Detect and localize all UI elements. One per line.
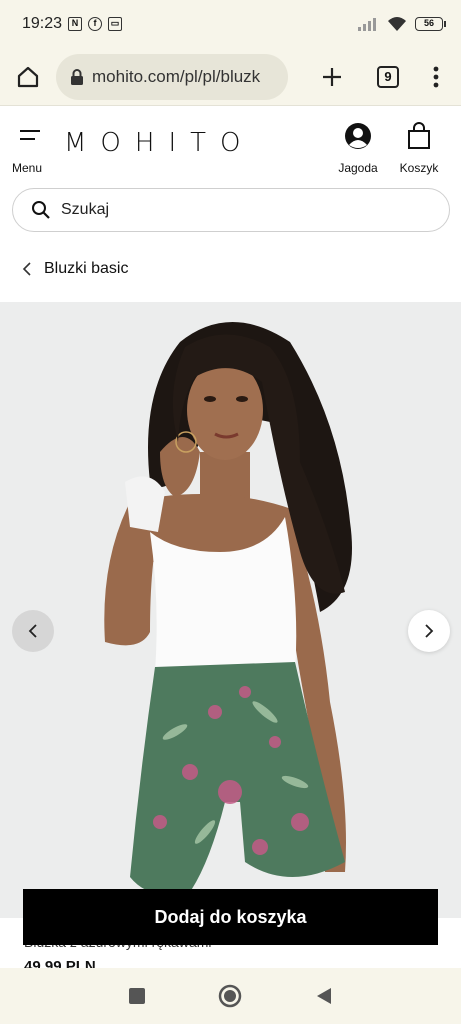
- circle-home-icon: [219, 984, 242, 1008]
- chevron-right-icon: [425, 624, 434, 638]
- home-button[interactable]: [0, 48, 56, 106]
- next-image-button[interactable]: [408, 610, 450, 652]
- add-to-cart-button[interactable]: Dodaj do koszyka: [23, 889, 438, 945]
- search-icon: [32, 201, 50, 219]
- recents-button[interactable]: [117, 976, 157, 1016]
- triangle-back-icon: [317, 988, 332, 1004]
- status-bar: 19:23 N f ▭ 56: [0, 0, 461, 48]
- tab-count: 9: [377, 65, 399, 88]
- menu-label: Menu: [12, 161, 43, 175]
- account-button[interactable]: Jagoda: [330, 122, 386, 176]
- signal-icon: [358, 18, 376, 31]
- new-tab-button[interactable]: [304, 48, 360, 106]
- notification-icons: N f ▭: [68, 17, 123, 31]
- hamburger-icon: [20, 130, 40, 140]
- clock: 19:23: [22, 15, 63, 32]
- facebook-icon: f: [88, 17, 103, 31]
- site-header: Menu MOHITO Jagoda Koszyk: [0, 106, 461, 184]
- nfc-icon: N: [68, 17, 83, 31]
- system-nav-bar: [0, 968, 461, 1024]
- back-button[interactable]: [304, 976, 344, 1016]
- plus-icon: [323, 67, 341, 86]
- product-price: 49,99 PLN: [24, 958, 96, 968]
- user-icon: [345, 123, 371, 149]
- system-icons: 56: [357, 16, 446, 32]
- browser-toolbar: mohito.com/pl/pl/bluzk 9: [0, 48, 461, 106]
- home-nav-button[interactable]: [210, 976, 250, 1016]
- previous-image-button[interactable]: [12, 610, 54, 652]
- browser-menu-button[interactable]: [416, 48, 456, 106]
- cart-button[interactable]: Koszyk: [394, 122, 444, 176]
- url-text: mohito.com/pl/pl/bluzk: [92, 66, 261, 86]
- breadcrumb[interactable]: Bluzki basic: [22, 260, 128, 278]
- menu-button[interactable]: Menu: [10, 126, 50, 176]
- square-icon: [128, 988, 145, 1004]
- breadcrumb-label: Bluzki basic: [44, 260, 129, 277]
- chevron-left-icon: [28, 624, 37, 638]
- search-placeholder: Szukaj: [61, 201, 110, 218]
- battery-icon: 56: [415, 17, 446, 31]
- wifi-icon: [388, 17, 406, 31]
- search-input[interactable]: Szukaj: [12, 188, 450, 232]
- tab-switcher-button[interactable]: 9: [360, 48, 416, 106]
- shopping-bag-icon: [408, 122, 430, 149]
- brand-logo[interactable]: MOHITO: [64, 128, 254, 158]
- more-vert-icon: [433, 66, 439, 87]
- chevron-left-icon: [22, 262, 31, 276]
- cart-label: Koszyk: [399, 161, 439, 175]
- lock-icon: [71, 68, 83, 85]
- product-gallery[interactable]: [0, 302, 461, 918]
- account-label: Jagoda: [338, 161, 378, 175]
- home-icon: [17, 66, 39, 87]
- product-photo: [104, 322, 352, 895]
- message-icon: ▭: [108, 17, 123, 31]
- address-bar[interactable]: mohito.com/pl/pl/bluzk: [56, 53, 288, 100]
